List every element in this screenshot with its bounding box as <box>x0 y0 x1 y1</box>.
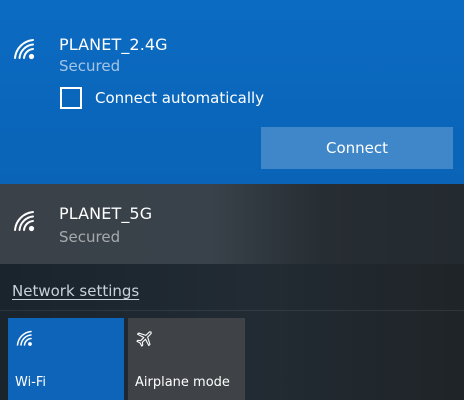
connect-automatically-label[interactable]: Connect automatically <box>95 89 264 107</box>
network-name: PLANET_5G <box>59 204 153 223</box>
network-flyout: PLANET_2.4G Secured Connect automaticall… <box>0 0 464 400</box>
airplane-icon <box>136 331 152 347</box>
airplane-mode-tile[interactable]: Airplane mode <box>128 318 245 400</box>
airplane-tile-label: Airplane mode <box>135 375 230 390</box>
wifi-tile-label: Wi-Fi <box>15 375 47 390</box>
divider <box>0 310 464 311</box>
wifi-signal-icon <box>14 39 35 60</box>
network-status: Secured <box>59 228 121 246</box>
wifi-icon <box>16 330 32 346</box>
wifi-signal-icon <box>14 211 35 232</box>
network-item-planet-2-4g[interactable]: PLANET_2.4G Secured Connect automaticall… <box>0 0 464 184</box>
network-status: Secured <box>59 57 121 75</box>
network-item-planet-5g[interactable]: PLANET_5G Secured <box>0 184 464 264</box>
network-name: PLANET_2.4G <box>59 35 168 54</box>
wifi-toggle-tile[interactable]: Wi-Fi <box>8 318 124 400</box>
connect-button[interactable]: Connect <box>261 127 453 169</box>
connect-automatically-checkbox[interactable] <box>60 87 82 109</box>
network-settings-link[interactable]: Network settings <box>12 282 139 300</box>
